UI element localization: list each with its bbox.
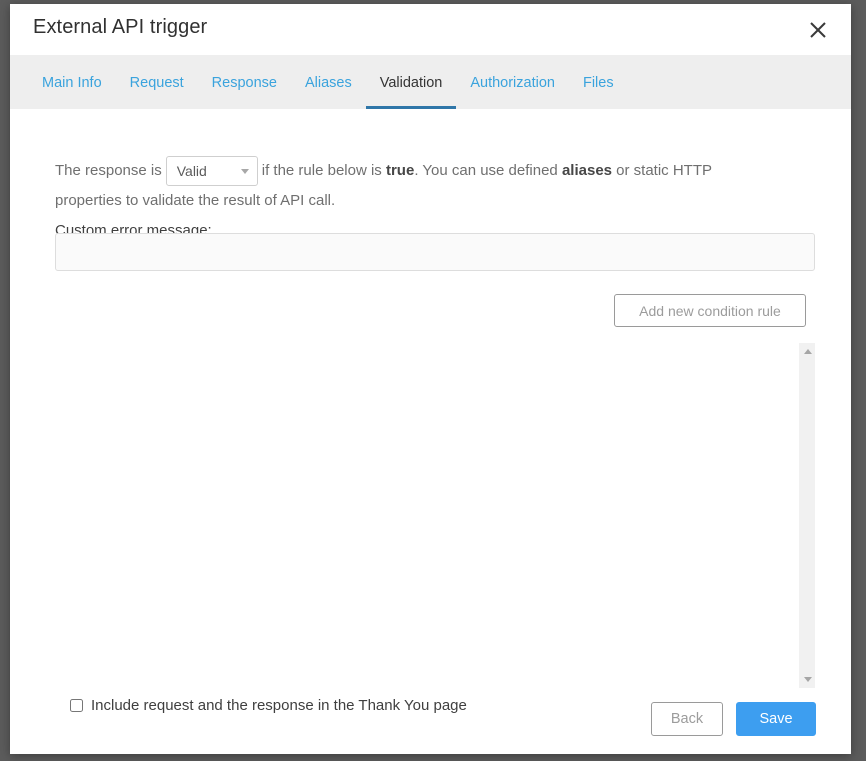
modal-titlebar: External API trigger <box>10 4 851 55</box>
save-button[interactable]: Save <box>736 702 816 736</box>
modal-tabs: Main Info Request Response Aliases Valid… <box>10 55 851 109</box>
include-request-response-checkbox[interactable] <box>70 699 83 712</box>
intro-text-part2: if the rule below is <box>261 162 382 179</box>
chevron-down-icon <box>240 169 249 175</box>
validation-panel: The response is Valid if the rule below … <box>10 109 851 754</box>
custom-error-message-input[interactable] <box>55 233 815 271</box>
back-button[interactable]: Back <box>651 702 723 736</box>
validity-select-value: Valid <box>176 163 207 180</box>
add-new-condition-rule-button[interactable]: Add new condition rule <box>614 294 806 327</box>
intro-text-part1: The response is <box>55 162 162 179</box>
scroll-down-arrow-icon[interactable] <box>799 671 816 688</box>
tab-response[interactable]: Response <box>198 55 291 109</box>
condition-rules-pane <box>55 343 815 688</box>
page-title: External API trigger <box>33 16 208 38</box>
validity-select[interactable]: Valid <box>165 156 258 187</box>
validation-intro-text: The response is Valid if the rule below … <box>55 156 780 216</box>
external-api-trigger-modal: External API trigger Main Info Request R… <box>10 4 851 754</box>
intro-text-true: true <box>385 162 415 179</box>
modal-footer-actions: Back Save <box>651 702 816 736</box>
intro-text-part3: . You can use defined <box>414 162 558 179</box>
include-request-response-checkbox-row: Include request and the response in the … <box>70 697 467 714</box>
tab-aliases[interactable]: Aliases <box>291 55 366 109</box>
rules-scrollbar[interactable] <box>798 343 815 688</box>
condition-rules-list <box>55 343 798 688</box>
tab-validation[interactable]: Validation <box>365 55 457 109</box>
tab-main-info[interactable]: Main Info <box>28 55 116 109</box>
tab-authorization[interactable]: Authorization <box>456 55 569 109</box>
tab-files[interactable]: Files <box>569 55 628 109</box>
intro-text-aliases: aliases <box>561 162 612 179</box>
include-request-response-label[interactable]: Include request and the response in the … <box>91 697 467 714</box>
close-icon[interactable] <box>801 13 835 47</box>
scroll-up-arrow-icon[interactable] <box>799 343 816 360</box>
tab-request[interactable]: Request <box>116 55 198 109</box>
